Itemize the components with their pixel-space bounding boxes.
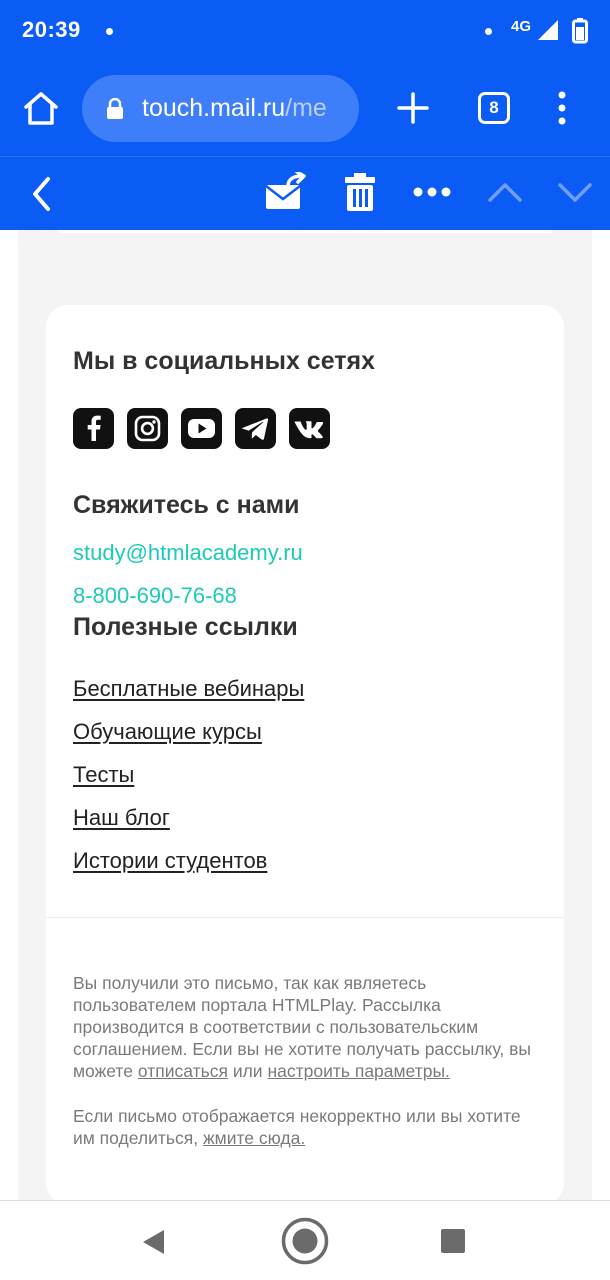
url-host: touch.mail.ru — [142, 94, 286, 122]
footer-card: Мы в социальных сетях Свяжитесь с нами s… — [46, 305, 564, 1200]
youtube-icon[interactable] — [181, 408, 222, 449]
settings-link[interactable]: настроить параметры. — [267, 1061, 449, 1081]
nav-back-icon[interactable] — [140, 1228, 168, 1256]
contact-phone-link[interactable]: 8-800-690-76-68 — [73, 583, 237, 609]
vk-icon[interactable] — [289, 408, 330, 449]
nav-home-icon[interactable] — [280, 1216, 330, 1266]
trash-icon[interactable] — [343, 172, 377, 212]
system-navigation-bar — [0, 1200, 610, 1280]
social-title: Мы в социальных сетях — [73, 347, 376, 375]
url-path: /me — [285, 94, 327, 122]
contacts-title: Свяжитесь с нами — [73, 491, 300, 519]
link-student-stories[interactable]: Истории студентов — [73, 848, 267, 874]
notification-dot-icon — [106, 28, 113, 35]
footer-divider — [46, 917, 564, 918]
message-content: Мы в социальных сетях Свяжитесь с нами s… — [0, 230, 610, 1200]
network-type: 4G — [511, 18, 532, 35]
display-notice: Если письмо отображается некорректно или… — [73, 1105, 543, 1149]
battery-icon — [572, 18, 588, 44]
status-bar: 20:39 4G — [0, 0, 610, 60]
email-body: Мы в социальных сетях Свяжитесь с нами s… — [18, 230, 592, 1200]
signal-icon — [538, 20, 558, 40]
move-to-folder-icon[interactable] — [264, 172, 308, 212]
nav-recent-apps-icon[interactable] — [440, 1228, 466, 1254]
link-tests[interactable]: Тесты — [73, 762, 134, 788]
next-message-icon[interactable] — [556, 177, 594, 207]
link-courses[interactable]: Обучающие курсы — [73, 719, 262, 745]
subscription-notice: Вы получили это письмо, так как являетес… — [73, 972, 543, 1082]
contact-email-link[interactable]: study@htmlacademy.ru — [73, 540, 303, 566]
previous-message-icon[interactable] — [486, 177, 524, 207]
home-icon[interactable] — [22, 90, 60, 126]
email-frame-divider — [58, 230, 552, 233]
view-in-browser-link[interactable]: жмите сюда. — [203, 1128, 305, 1148]
address-bar[interactable]: touch.mail.ru/me — [82, 75, 359, 142]
tab-switcher-button[interactable]: 8 — [478, 92, 510, 124]
lock-icon — [107, 98, 123, 119]
mail-toolbar — [0, 156, 610, 230]
link-blog[interactable]: Наш блог — [73, 805, 170, 831]
unsubscribe-link[interactable]: отписаться — [138, 1061, 228, 1081]
facebook-icon[interactable] — [73, 408, 114, 449]
back-arrow-icon[interactable] — [28, 175, 54, 213]
overflow-menu-icon[interactable] — [554, 90, 570, 126]
status-time: 20:39 — [22, 17, 81, 42]
instagram-icon[interactable] — [127, 408, 168, 449]
or-text: или — [232, 1061, 263, 1081]
telegram-icon[interactable] — [235, 408, 276, 449]
browser-toolbar: touch.mail.ru/me 8 — [0, 60, 610, 156]
more-dots-icon[interactable] — [412, 182, 452, 202]
url-text: touch.mail.ru/me — [142, 94, 327, 123]
status-dot-icon — [485, 28, 492, 35]
link-free-webinars[interactable]: Бесплатные вебинары — [73, 676, 304, 702]
useful-links-title: Полезные ссылки — [73, 613, 298, 641]
plus-icon[interactable] — [396, 91, 430, 125]
